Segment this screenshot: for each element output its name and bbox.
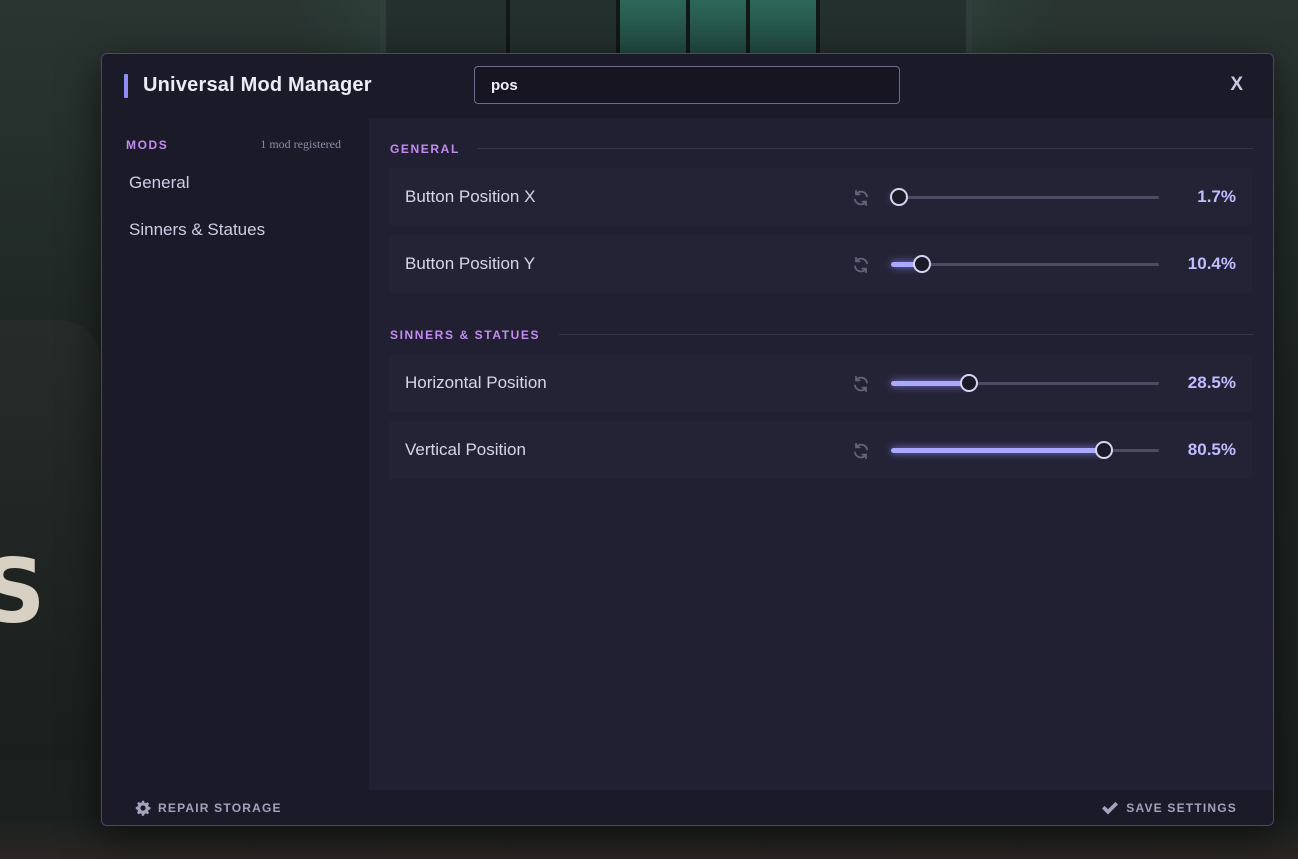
slider-thumb[interactable]	[960, 374, 979, 392]
settings-panel: GENERAL Button Position X 1.7% Button Po…	[369, 118, 1273, 790]
sidebar-item-sinners-statues[interactable]: Sinners & Statues	[129, 220, 265, 240]
slider-thumb[interactable]	[890, 188, 909, 206]
setting-row: Vertical Position 80.5%	[389, 421, 1252, 479]
setting-label: Button Position Y	[405, 254, 536, 273]
sidebar-item-general[interactable]: General	[129, 173, 189, 193]
refresh-icon	[854, 375, 868, 393]
sidebar-heading: MODS	[126, 138, 169, 152]
reset-button[interactable]	[851, 255, 871, 275]
setting-value: 1.7%	[1197, 187, 1236, 206]
section-heading-sinners-statues: SINNERS & STATUES	[390, 328, 541, 342]
background-artwork: S	[0, 540, 46, 643]
slider-track[interactable]	[890, 188, 1159, 206]
window-title: Universal Mod Manager	[143, 74, 372, 96]
title-accent-bar	[124, 74, 128, 98]
setting-value: 80.5%	[1187, 440, 1236, 459]
search-input[interactable]	[474, 66, 900, 104]
save-settings-label: SAVE SETTINGS	[1126, 801, 1237, 815]
reset-button[interactable]	[851, 188, 871, 208]
setting-row: Horizontal Position 28.5%	[389, 354, 1252, 412]
repair-storage-label: REPAIR STORAGE	[158, 801, 282, 815]
window-header: Universal Mod Manager X	[102, 54, 1273, 118]
slider-fill	[891, 448, 1105, 453]
refresh-icon	[854, 189, 868, 207]
setting-label: Button Position X	[405, 187, 536, 206]
repair-storage-button[interactable]: REPAIR STORAGE	[135, 798, 282, 818]
checkmark-icon	[1102, 801, 1119, 815]
section-divider	[477, 148, 1253, 149]
setting-label: Horizontal Position	[405, 373, 547, 392]
gear-icon	[135, 800, 151, 816]
refresh-icon	[854, 442, 868, 460]
slider-track[interactable]	[891, 374, 1159, 392]
slider-thumb[interactable]	[1095, 441, 1114, 459]
mod-count: 1 mod registered	[260, 137, 341, 151]
reset-button[interactable]	[851, 374, 871, 394]
reset-button[interactable]	[851, 441, 871, 461]
setting-row: Button Position X 1.7%	[389, 168, 1252, 226]
section-heading-general: GENERAL	[390, 142, 460, 156]
setting-value: 28.5%	[1187, 373, 1236, 392]
refresh-icon	[854, 256, 868, 274]
slider-track[interactable]	[891, 255, 1159, 273]
close-button[interactable]: X	[1230, 74, 1243, 96]
slider-thumb[interactable]	[913, 255, 932, 273]
window-footer: REPAIR STORAGE SAVE SETTINGS	[102, 790, 1273, 825]
slider-fill	[891, 381, 970, 386]
setting-row: Button Position Y 10.4%	[389, 235, 1252, 293]
setting-value: 10.4%	[1187, 254, 1236, 273]
sidebar: MODS 1 mod registered General Sinners & …	[102, 118, 369, 790]
mod-manager-window: Universal Mod Manager X MODS 1 mod regis…	[101, 53, 1274, 826]
setting-label: Vertical Position	[405, 440, 526, 459]
save-settings-button[interactable]: SAVE SETTINGS	[1101, 798, 1237, 818]
section-divider	[559, 334, 1253, 335]
background-window	[380, 0, 972, 60]
slider-track[interactable]	[891, 441, 1159, 459]
